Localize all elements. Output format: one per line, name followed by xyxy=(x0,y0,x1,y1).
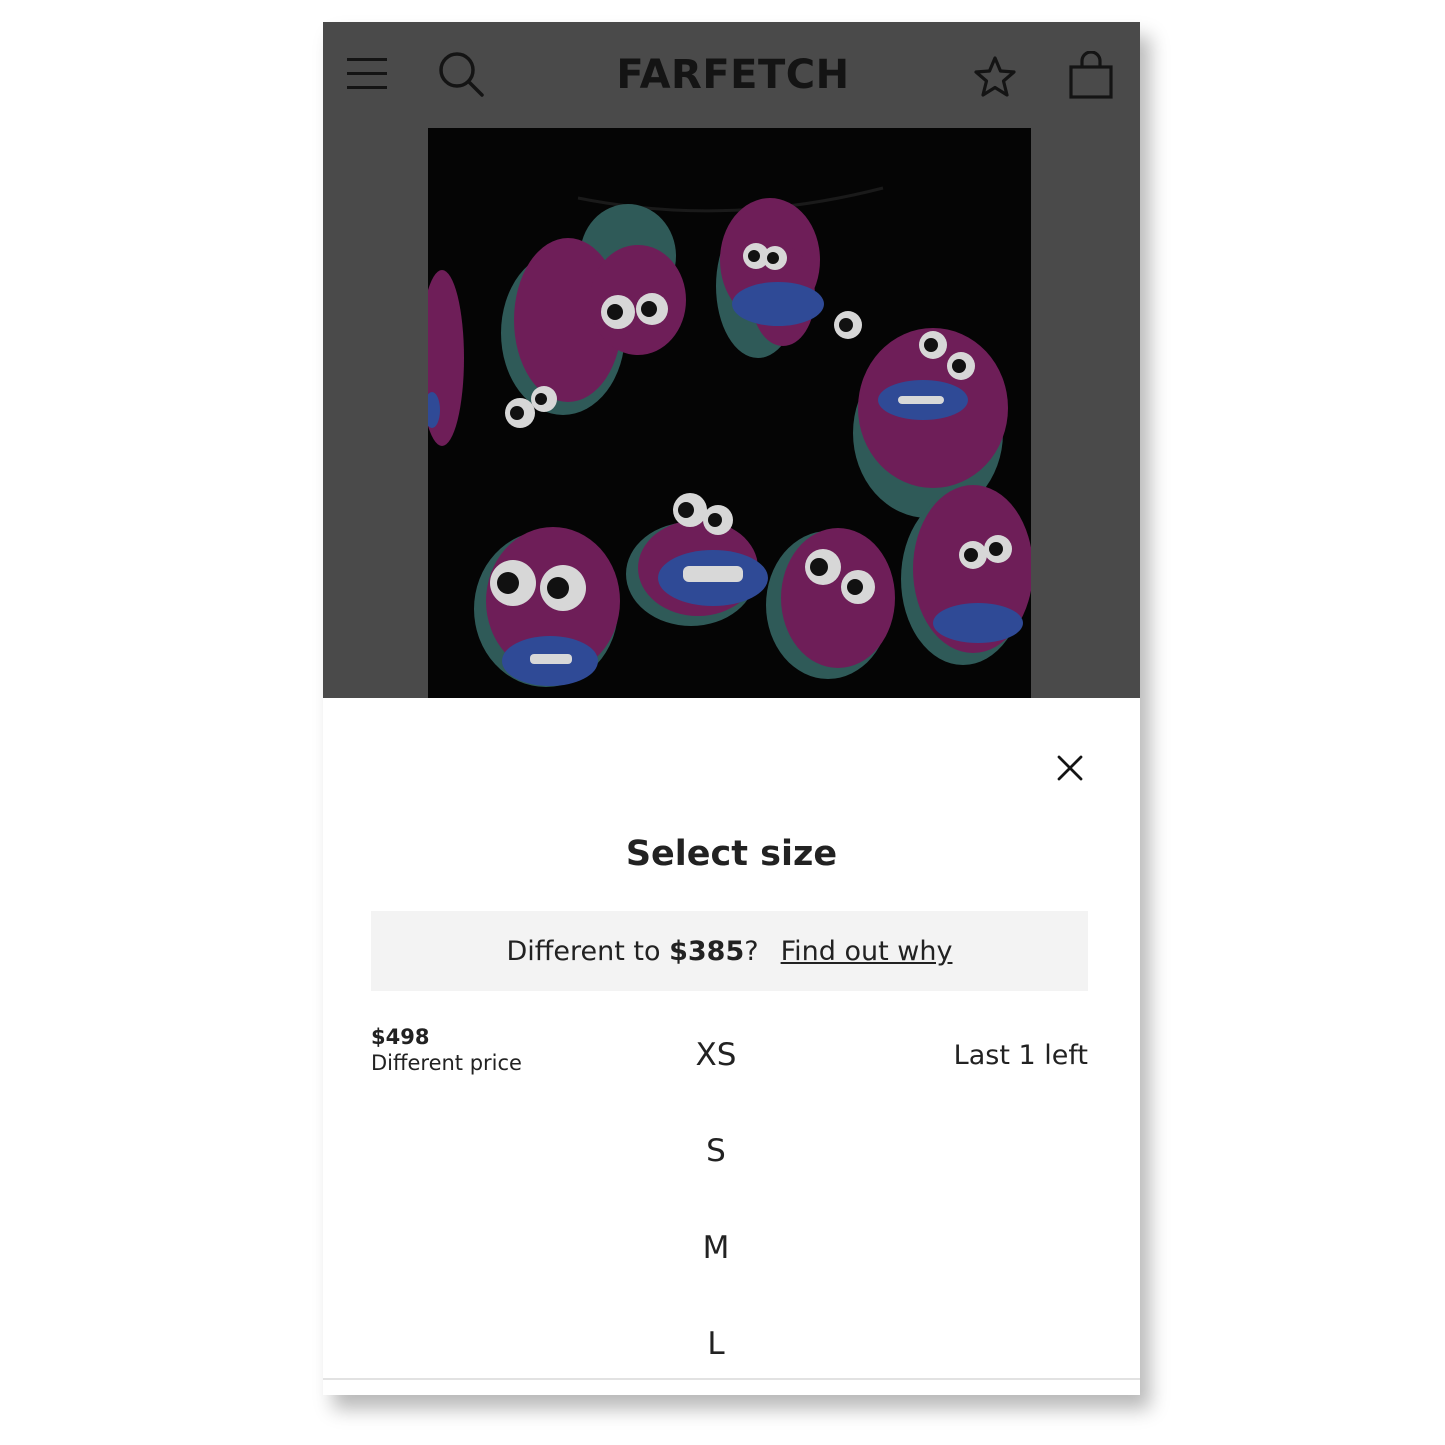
bag-icon[interactable] xyxy=(1061,46,1121,106)
brand-logo[interactable]: FARFETCH xyxy=(593,50,873,100)
size-option-xs[interactable]: $498 Different price XS Last 1 left xyxy=(371,1015,1088,1105)
dimmed-background[interactable]: FARFETCH xyxy=(323,22,1140,698)
divider xyxy=(323,1378,1140,1380)
size-selection-sheet: Select size Different to $385 ? Find out… xyxy=(323,698,1140,1395)
find-out-why-link[interactable]: Find out why xyxy=(781,936,953,967)
menu-icon[interactable] xyxy=(337,44,397,104)
product-image xyxy=(428,128,1031,698)
header: FARFETCH xyxy=(323,22,1140,128)
size-option-s[interactable]: S xyxy=(371,1111,1088,1201)
notice-prefix: Different to xyxy=(506,935,670,967)
notice-price: $385 xyxy=(669,935,745,967)
close-button[interactable] xyxy=(1050,748,1090,788)
stock-status: Last 1 left xyxy=(953,1040,1088,1071)
star-icon[interactable] xyxy=(965,47,1025,107)
sheet-title: Select size xyxy=(625,834,838,874)
price-notice: Different to $385 ? Find out why xyxy=(371,911,1088,991)
close-icon xyxy=(1057,755,1083,781)
size-label: L xyxy=(707,1326,725,1362)
search-icon[interactable] xyxy=(431,44,491,104)
size-label: S xyxy=(706,1133,726,1169)
notice-suffix: ? xyxy=(744,935,759,967)
phone-screen: FARFETCH Select size Different to $385 ?… xyxy=(323,22,1140,1395)
size-option-m[interactable]: M xyxy=(371,1208,1088,1298)
size-label: M xyxy=(702,1230,730,1266)
size-option-l[interactable]: L xyxy=(371,1304,1088,1394)
